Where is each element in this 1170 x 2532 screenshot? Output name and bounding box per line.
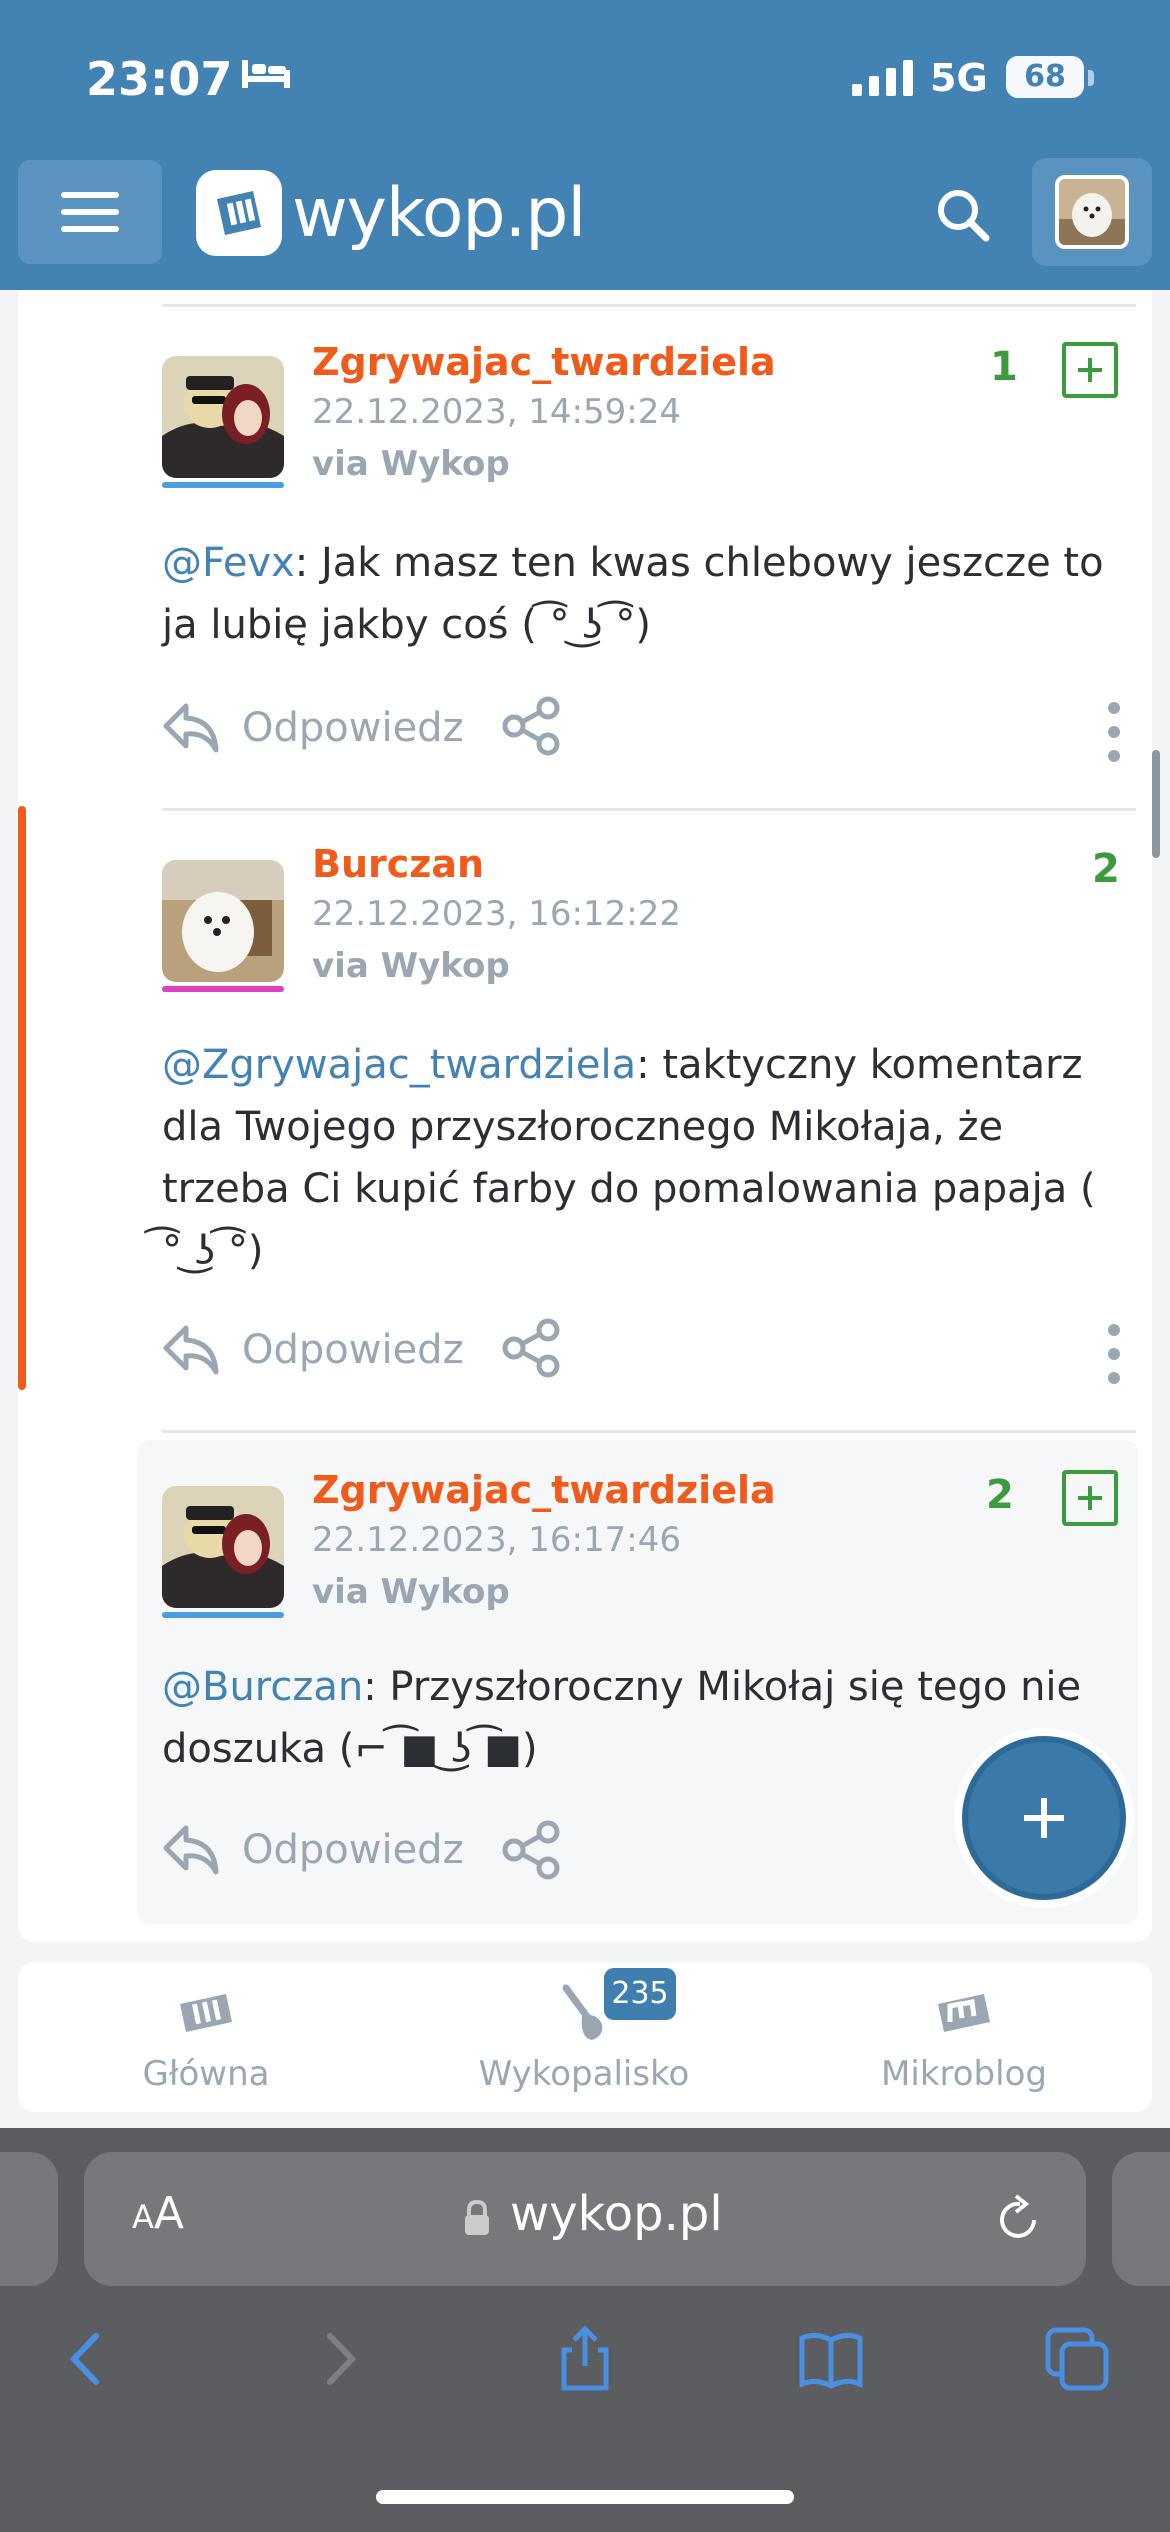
comment-date: 22.12.2023, 16:17:46 bbox=[312, 1520, 681, 1560]
reply-button[interactable]: Odpowiedz bbox=[162, 702, 464, 754]
battery-indicator: 68 bbox=[1006, 56, 1084, 98]
upvote-button[interactable] bbox=[1062, 1470, 1118, 1526]
lock-icon bbox=[465, 2199, 489, 2235]
share-icon[interactable] bbox=[500, 694, 564, 758]
menu-button[interactable] bbox=[18, 160, 162, 264]
comment-username[interactable]: Burczan bbox=[312, 842, 484, 886]
avatar[interactable] bbox=[162, 860, 284, 982]
comment-via: via Wykop bbox=[312, 946, 510, 986]
wykop-logo-icon bbox=[196, 170, 282, 256]
status-time: 23:07 bbox=[86, 52, 233, 106]
mention-link[interactable]: @Fevx bbox=[162, 540, 295, 586]
divider bbox=[162, 1430, 1136, 1433]
user-avatar bbox=[1055, 175, 1129, 249]
share-icon[interactable] bbox=[500, 1818, 564, 1882]
reload-icon[interactable] bbox=[990, 2192, 1046, 2248]
back-icon[interactable] bbox=[52, 2324, 122, 2394]
comment-username[interactable]: Zgrywajac_twardziela bbox=[312, 1468, 776, 1512]
forward-icon[interactable] bbox=[304, 2324, 374, 2394]
avatar-underline bbox=[162, 986, 284, 992]
avatar[interactable] bbox=[162, 356, 284, 478]
bookmarks-icon[interactable] bbox=[796, 2324, 866, 2394]
more-options-icon[interactable] bbox=[1106, 702, 1122, 762]
nav-label: Wykopalisko bbox=[478, 2054, 690, 2094]
comment-body: @Zgrywajac_twardziela: taktyczny komenta… bbox=[162, 1042, 1096, 1274]
battery-tip bbox=[1088, 70, 1094, 86]
vote-count: 1 bbox=[990, 344, 1018, 390]
mention-link[interactable]: @Zgrywajac_twardziela bbox=[162, 1042, 636, 1088]
comment-username[interactable]: Zgrywajac_twardziela bbox=[312, 340, 776, 384]
user-avatar-button[interactable] bbox=[1032, 158, 1152, 266]
comment-via: via Wykop bbox=[312, 444, 510, 484]
reply-button[interactable]: Odpowiedz bbox=[162, 1324, 464, 1376]
status-bar: 23:07 5G 68 bbox=[0, 0, 1170, 150]
plus-icon bbox=[962, 1736, 1126, 1900]
brand-name: wykop.pl bbox=[292, 173, 586, 253]
wykop-logo[interactable]: wykop.pl bbox=[196, 170, 586, 256]
comment-date: 22.12.2023, 14:59:24 bbox=[312, 392, 681, 432]
avatar-underline bbox=[162, 1612, 284, 1618]
avatar[interactable] bbox=[162, 1486, 284, 1608]
reply-icon bbox=[163, 1325, 219, 1375]
more-options-icon[interactable] bbox=[1106, 1324, 1122, 1384]
network-type: 5G bbox=[930, 56, 988, 100]
url-text: wykop.pl bbox=[510, 2186, 723, 2242]
divider bbox=[162, 304, 1136, 307]
notification-badge: 235 bbox=[604, 1968, 676, 2020]
comments-card: Zgrywajac_twardziela 22.12.2023, 14:59:2… bbox=[18, 290, 1152, 1942]
search-icon[interactable] bbox=[928, 180, 998, 250]
reply-button[interactable]: Odpowiedz bbox=[162, 1824, 464, 1876]
highlight-bar bbox=[18, 806, 26, 1390]
home-logo-icon bbox=[180, 1994, 232, 2032]
avatar-underline bbox=[162, 482, 284, 488]
divider bbox=[162, 808, 1136, 811]
nav-mikroblog[interactable]: Mikroblog bbox=[814, 1962, 1114, 2112]
share-sheet-icon[interactable] bbox=[550, 2324, 620, 2394]
nav-label: Główna bbox=[142, 2054, 270, 2094]
scrollbar[interactable] bbox=[1152, 750, 1160, 858]
vote-count: 2 bbox=[1092, 846, 1120, 892]
home-indicator bbox=[376, 2490, 794, 2504]
previous-tab[interactable] bbox=[0, 2152, 58, 2286]
bottom-navigation: Główna Wykopalisko Mikroblog bbox=[18, 1962, 1152, 2112]
nav-label: Mikroblog bbox=[881, 2054, 1047, 2094]
comment-via: via Wykop bbox=[312, 1572, 510, 1612]
add-comment-button[interactable] bbox=[954, 1728, 1134, 1908]
next-tab[interactable] bbox=[1112, 2152, 1170, 2286]
tabs-icon[interactable] bbox=[1042, 2324, 1112, 2394]
vote-count: 2 bbox=[986, 1472, 1014, 1518]
sleep-focus-icon bbox=[242, 60, 290, 88]
comment-date: 22.12.2023, 16:12:22 bbox=[312, 894, 681, 934]
top-bar: 23:07 5G 68 wykop.pl bbox=[0, 0, 1170, 290]
nav-wykopalisko[interactable]: Wykopalisko bbox=[434, 1962, 734, 2112]
mikroblog-logo-icon bbox=[938, 1994, 990, 2032]
reply-icon bbox=[163, 1825, 219, 1875]
comment-body: @Fevx: Jak masz ten kwas chlebowy jeszcz… bbox=[162, 540, 1104, 648]
hamburger-icon bbox=[61, 192, 119, 198]
cellular-signal-icon bbox=[852, 60, 913, 96]
reply-icon bbox=[163, 703, 219, 753]
upvote-button[interactable] bbox=[1062, 342, 1118, 398]
share-icon[interactable] bbox=[500, 1316, 564, 1380]
nav-glowna[interactable]: Główna bbox=[56, 1962, 356, 2112]
reader-settings-button[interactable]: AA bbox=[132, 2188, 184, 2239]
mention-link[interactable]: @Burczan bbox=[162, 1664, 363, 1710]
